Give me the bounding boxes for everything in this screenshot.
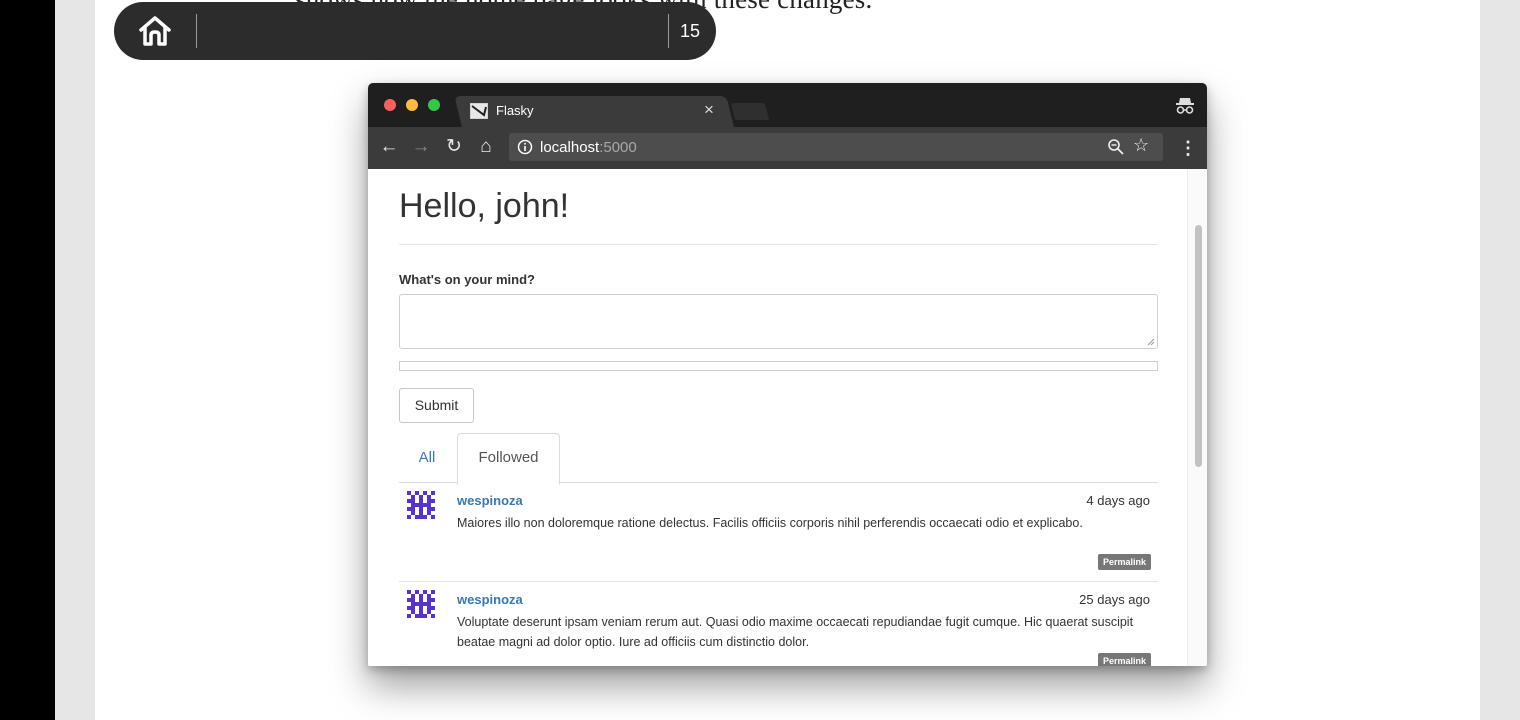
post-item: wespinoza 25 days ago Voluptate deserunt… (399, 582, 1158, 666)
post-item: wespinoza 4 days ago Maiores illo non do… (399, 483, 1158, 582)
favicon-icon (470, 103, 488, 119)
incognito-icon (1176, 98, 1194, 114)
title-divider (399, 244, 1158, 245)
address-bar[interactable]: localhost:5000 ☆ (509, 133, 1163, 161)
url-port: :5000 (599, 139, 637, 156)
right-margin-strip (1480, 0, 1520, 720)
markdown-preview-box (399, 361, 1158, 371)
toolbar-divider (196, 14, 197, 48)
permalink-button[interactable]: Permalink (1097, 653, 1151, 666)
browser-tab[interactable]: Flasky × (470, 96, 732, 127)
minimize-window-button[interactable] (406, 99, 418, 111)
home-icon[interactable]: ⌂ (475, 135, 497, 159)
page-title: Hello, john! (399, 187, 570, 225)
post-author-link[interactable]: wespinoza (457, 592, 523, 607)
zoom-icon[interactable] (1107, 138, 1125, 156)
back-arrow-icon[interactable]: ← (378, 135, 400, 159)
tab-close-icon[interactable]: × (704, 100, 714, 120)
address-toolbar: ← → ↻ ⌂ localhost:5000 ☆ ⋮ (368, 127, 1207, 169)
resize-grip-icon[interactable] (1147, 338, 1155, 346)
reader-toolbar: 15 (114, 2, 716, 60)
new-tab-button[interactable] (730, 103, 770, 120)
avatar (407, 590, 435, 618)
page-number: 15 (680, 21, 701, 41)
avatar (407, 491, 435, 519)
permalink-button[interactable]: Permalink (1097, 554, 1151, 570)
browser-titlebar: Flasky × (368, 83, 1207, 127)
post-date: 4 days ago (1086, 493, 1150, 508)
url-host: localhost (540, 139, 600, 156)
post-textarea[interactable] (399, 294, 1158, 349)
close-window-button[interactable] (384, 99, 396, 111)
toolbar-divider (668, 14, 669, 48)
home-icon (139, 16, 171, 46)
post-form-label: What's on your mind? (399, 272, 535, 287)
star-icon[interactable]: ☆ (1133, 135, 1149, 156)
home-button[interactable] (134, 10, 176, 52)
submit-button[interactable]: Submit (399, 388, 474, 423)
post-author-link[interactable]: wespinoza (457, 493, 523, 508)
maximize-window-button[interactable] (428, 99, 440, 111)
post-body: Voluptate deserunt ipsam veniam rerum au… (457, 615, 1134, 649)
kebab-menu-icon[interactable]: ⋮ (1179, 136, 1197, 160)
post-body: Maiores illo non doloremque ratione dele… (457, 516, 1083, 530)
post-date: 25 days ago (1079, 592, 1150, 607)
left-margin-strip (55, 0, 95, 720)
tab-followed[interactable]: Followed (457, 433, 560, 485)
browser-window: Flasky × ← → ↻ ⌂ localhost:5000 ☆ ⋮ Hell… (368, 83, 1207, 666)
info-icon (517, 139, 533, 155)
scrollbar-thumb[interactable] (1195, 225, 1202, 467)
web-page: Hello, john! What's on your mind? Submit… (368, 169, 1207, 666)
forward-arrow-icon[interactable]: → (410, 135, 432, 159)
scrollbar[interactable] (1187, 169, 1207, 666)
tab-title: Flasky (496, 103, 534, 118)
url-text: localhost:5000 (540, 139, 637, 156)
tab-all[interactable]: All (399, 434, 455, 482)
reload-icon[interactable]: ↻ (443, 135, 465, 159)
